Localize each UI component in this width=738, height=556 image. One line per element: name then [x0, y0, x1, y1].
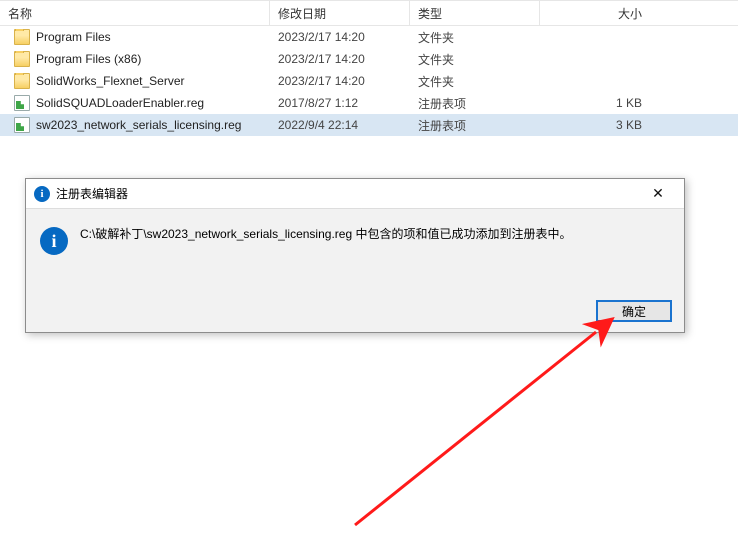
dialog-title: 注册表编辑器 [56, 185, 638, 202]
file-type: 注册表项 [410, 117, 540, 134]
file-type: 文件夹 [410, 73, 540, 90]
file-type: 文件夹 [410, 51, 540, 68]
file-date: 2017/8/27 1:12 [270, 96, 410, 110]
file-row[interactable]: SolidWorks_Flexnet_Server 2023/2/17 14:20… [0, 70, 738, 92]
folder-icon [14, 73, 30, 89]
file-row[interactable]: Program Files 2023/2/17 14:20文件夹 [0, 26, 738, 48]
file-date: 2023/2/17 14:20 [270, 52, 410, 66]
folder-icon [14, 51, 30, 67]
column-header-type[interactable]: 类型 [410, 1, 540, 25]
file-date: 2023/2/17 14:20 [270, 74, 410, 88]
ok-button[interactable]: 确定 [596, 300, 672, 322]
close-icon[interactable]: ✕ [638, 182, 678, 206]
file-size: 1 KB [540, 96, 660, 110]
file-row[interactable]: SolidSQUADLoaderEnabler.reg 2017/8/27 1:1… [0, 92, 738, 114]
column-header-size[interactable]: 大小 [540, 1, 660, 25]
column-headers: 名称 修改日期 类型 大小 [0, 0, 738, 26]
file-name: Program Files [36, 30, 111, 44]
file-name: SolidSQUADLoaderEnabler.reg [36, 96, 204, 110]
file-row[interactable]: sw2023_network_serials_licensing.reg 2022… [0, 114, 738, 136]
file-size: 3 KB [540, 118, 660, 132]
file-type: 注册表项 [410, 95, 540, 112]
column-header-date[interactable]: 修改日期 [270, 1, 410, 25]
dialog-message: C:\破解补丁\sw2023_network_serials_licensing… [80, 225, 571, 255]
dialog-body: i C:\破解补丁\sw2023_network_serials_licensi… [26, 209, 684, 263]
folder-icon [14, 29, 30, 45]
reg-file-icon [14, 95, 30, 111]
file-row[interactable]: Program Files (x86) 2023/2/17 14:20文件夹 [0, 48, 738, 70]
registry-editor-dialog: i 注册表编辑器 ✕ i C:\破解补丁\sw2023_network_seri… [25, 178, 685, 333]
file-date: 2023/2/17 14:20 [270, 30, 410, 44]
info-icon: i [34, 186, 50, 202]
file-list: 名称 修改日期 类型 大小 Program Files 2023/2/17 14:… [0, 0, 738, 136]
file-name: SolidWorks_Flexnet_Server [36, 74, 185, 88]
file-date: 2022/9/4 22:14 [270, 118, 410, 132]
column-header-name[interactable]: 名称 [0, 1, 270, 25]
info-icon: i [40, 227, 68, 255]
dialog-titlebar[interactable]: i 注册表编辑器 ✕ [26, 179, 684, 209]
reg-file-icon [14, 117, 30, 133]
file-name: sw2023_network_serials_licensing.reg [36, 118, 241, 132]
file-type: 文件夹 [410, 29, 540, 46]
file-name: Program Files (x86) [36, 52, 141, 66]
